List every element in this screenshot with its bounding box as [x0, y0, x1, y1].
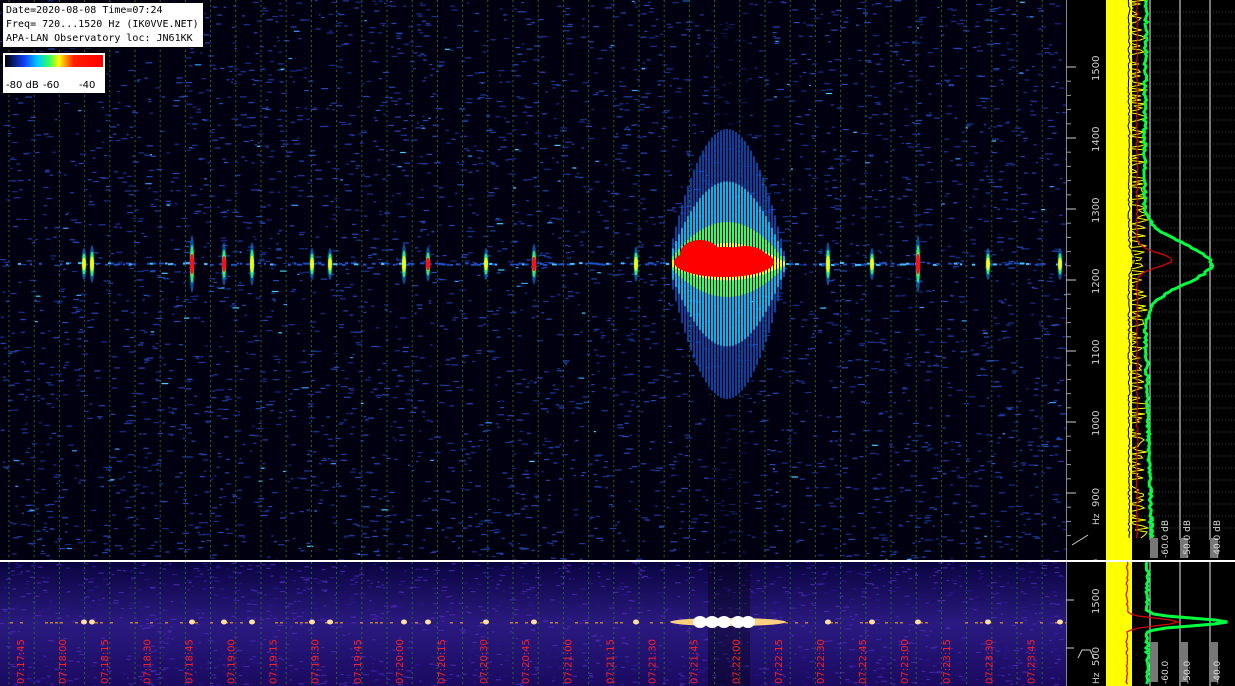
- frequency-tick-900: 900: [1091, 488, 1102, 507]
- spectrum-panel: -60.0 dB -50.0 dB -40.0 dB: [1106, 0, 1235, 560]
- time-label: 07:21:15: [605, 639, 616, 684]
- time-label: 07:23:45: [1026, 639, 1037, 684]
- info-observatory: APA-LAN Observatory loc: JN61KK: [6, 33, 193, 44]
- frequency-axis-unit: Hz: [1092, 513, 1102, 525]
- time-label: 07:21:30: [648, 639, 659, 684]
- color-scale-legend: -80 dB -60 -40: [2, 52, 106, 94]
- time-label: 07:18:30: [142, 639, 153, 684]
- mini-spectrum-db-label-50: -50.0: [1183, 660, 1193, 684]
- frequency-tick-1000: 1000: [1091, 411, 1102, 436]
- color-scale-label-mid: -60: [43, 80, 60, 91]
- main-waterfall: [0, 0, 1066, 560]
- frequency-tick-1500: 1500: [1091, 56, 1102, 81]
- spectrum-db-label-50: -50.0 dB: [1183, 520, 1193, 558]
- mini-waterfall: 07:17:45 07:18:00 07:18:15 07:18:30 07:18:45…: [0, 562, 1066, 686]
- time-label: 07:20:30: [479, 639, 490, 684]
- frequency-tick-1200: 1200: [1091, 269, 1102, 294]
- mini-spectrum-db-label-60: -60.0: [1161, 660, 1171, 684]
- time-label: 07:19:30: [311, 639, 322, 684]
- time-label: 07:20:15: [437, 639, 448, 684]
- time-label: 07:22:00: [732, 639, 743, 684]
- time-label: 07:19:15: [269, 639, 280, 684]
- mini-frequency-axis: 1500 500 Hz: [1066, 562, 1106, 686]
- time-label: 07:23:00: [900, 639, 911, 684]
- spectrum-db-label-60: -60.0 dB: [1161, 520, 1171, 558]
- time-label: 07:18:00: [58, 639, 69, 684]
- time-label: 07:19:45: [353, 639, 364, 684]
- frequency-tick-1100: 1100: [1091, 340, 1102, 365]
- time-label: 07:23:30: [984, 639, 995, 684]
- mini-spectrum-db-label-40: -40.0: [1213, 660, 1223, 684]
- frequency-axis: 150014001300120011001000900800 Hz: [1066, 0, 1106, 560]
- spectrum-db-label-40: -40.0 dB: [1213, 520, 1223, 558]
- time-label: 07:18:15: [100, 639, 111, 684]
- color-scale-bar: [5, 55, 103, 67]
- time-label: 07:20:00: [395, 639, 406, 684]
- panel-divider: [0, 560, 1235, 562]
- info-date-time: Date=2020-08-08 Time=07:24: [6, 5, 163, 16]
- time-label: 07:20:45: [521, 639, 532, 684]
- time-label: 07:21:00: [563, 639, 574, 684]
- frequency-tick-1300: 1300: [1091, 198, 1102, 223]
- mini-frequency-tick-1500: 1500: [1091, 589, 1102, 614]
- frequency-tick-1400: 1400: [1091, 127, 1102, 152]
- time-label: 07:23:15: [942, 639, 953, 684]
- info-box: Date=2020-08-08 Time=07:24 Freq= 720...1…: [2, 2, 204, 48]
- time-label: 07:19:00: [227, 639, 238, 684]
- time-label: 07:22:45: [858, 639, 869, 684]
- time-label: 07:22:30: [816, 639, 827, 684]
- time-label: 07:21:45: [690, 639, 701, 684]
- color-scale-label-low: -80 dB: [6, 80, 39, 91]
- time-label: 07:18:45: [184, 639, 195, 684]
- color-scale-label-high: -40: [79, 80, 96, 91]
- mini-spectrum-panel: -60.0 -50.0 -40.0: [1106, 562, 1235, 686]
- time-label: 07:22:15: [774, 639, 785, 684]
- time-label: 07:17:45: [16, 639, 27, 684]
- mini-frequency-tick-500: 500: [1091, 647, 1102, 666]
- mini-frequency-axis-unit: Hz: [1092, 672, 1102, 684]
- info-frequency: Freq= 720...1520 Hz (IK0VVE.NET): [6, 19, 199, 30]
